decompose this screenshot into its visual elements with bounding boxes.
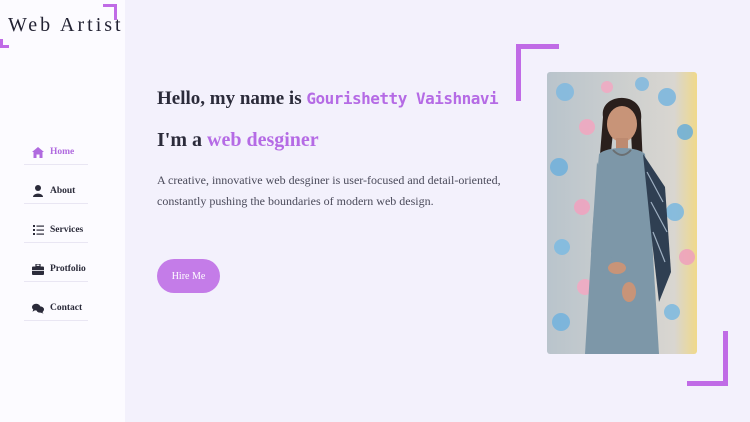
home-icon — [32, 146, 44, 158]
hero-description: A creative, innovative web desginer is u… — [157, 173, 501, 208]
nav-item-label: Services — [50, 225, 84, 235]
nav-item-label: Contact — [50, 303, 83, 313]
role-prefix: I'm a — [157, 129, 207, 151]
hero-name: Gourishetty Vaishnavi — [306, 89, 499, 108]
hire-me-button[interactable]: Hire Me — [157, 259, 220, 293]
briefcase-icon — [32, 263, 44, 275]
nav-item-about[interactable]: About — [24, 179, 88, 204]
portrait-photo — [547, 72, 697, 354]
list-icon — [32, 224, 44, 236]
side-nav: Home About Services Protfolio Contact — [24, 140, 88, 335]
nav-item-label: Home — [50, 147, 75, 157]
user-icon — [32, 185, 44, 197]
nav-item-home[interactable]: Home — [24, 140, 88, 165]
hero-role: I'm a web desginer — [157, 129, 319, 152]
chat-icon — [32, 302, 44, 314]
nav-item-label: About — [50, 186, 76, 196]
nav-item-services[interactable]: Services — [24, 218, 88, 243]
logo-bracket-bottom-left — [0, 39, 9, 48]
greeting-prefix: Hello, my name is — [157, 88, 307, 109]
role-highlight: web desginer — [207, 129, 319, 151]
logo-bracket-top-right — [103, 4, 117, 20]
hero-greeting: Hello, my name is Gourishetty Vaishnavi — [157, 88, 499, 110]
sidebar: Web Artist Home About Services Protfolio… — [0, 0, 125, 422]
portrait-illustration — [547, 72, 697, 354]
nav-item-contact[interactable]: Contact — [24, 296, 88, 321]
nav-item-portfolio[interactable]: Protfolio — [24, 257, 88, 282]
nav-item-label: Protfolio — [50, 264, 86, 274]
